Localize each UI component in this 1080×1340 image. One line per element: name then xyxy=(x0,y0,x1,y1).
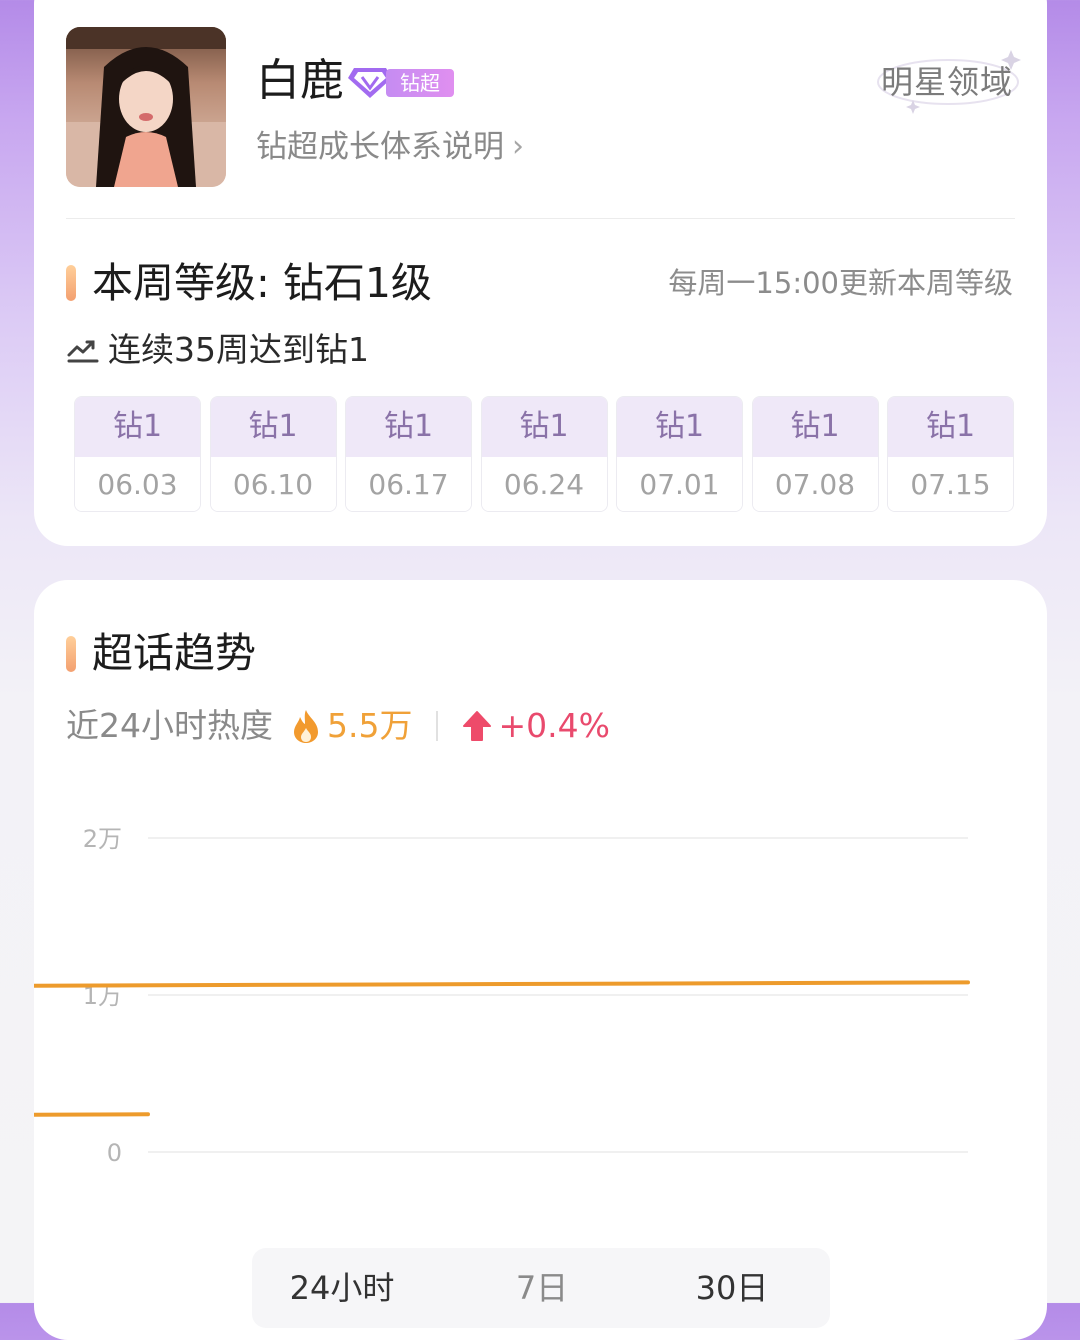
avatar[interactable] xyxy=(66,27,226,187)
chart-grid xyxy=(148,837,968,1153)
realm-label[interactable]: 明星领域 xyxy=(881,62,1013,102)
week-date: 06.17 xyxy=(346,457,471,511)
chevron-right-icon: › xyxy=(512,129,524,164)
weekly-level-title: 本周等级: 钻石1级 xyxy=(92,259,432,307)
week-level: 钻1 xyxy=(752,397,878,457)
week-item: 钻1 07.15 xyxy=(887,396,1014,512)
streak-row: 连续35周达到钻1 xyxy=(66,328,369,372)
diamond-badge[interactable]: 钻超 xyxy=(348,64,456,100)
week-list: 钻1 06.03 钻1 06.10 钻1 06.17 钻1 06.24 钻1 0… xyxy=(74,396,1014,512)
user-name: 白鹿 xyxy=(256,55,344,106)
week-item: 钻1 06.03 xyxy=(74,396,201,512)
week-level: 钻1 xyxy=(346,397,471,457)
badge-label: 钻超 xyxy=(386,69,454,97)
update-note: 每周一15:00更新本周等级 xyxy=(668,266,1013,300)
trend-up-icon xyxy=(67,340,99,363)
week-item: 钻1 07.08 xyxy=(751,396,879,512)
heat-chart: 01万2万 16:0019:0022:0001:0004:0007:0010:0… xyxy=(34,825,970,1167)
week-item: 钻1 06.10 xyxy=(209,396,337,512)
week-date: 06.03 xyxy=(75,457,200,511)
week-item: 钻1 07.01 xyxy=(616,396,743,512)
section-accent-bar xyxy=(66,265,76,301)
week-level: 钻1 xyxy=(75,397,200,457)
divider xyxy=(66,218,1015,219)
avatar-image xyxy=(66,27,226,187)
trend-card: 超话趋势 近24小时热度 5.5万 +0.4% 01万2万 16:0019:00… xyxy=(34,580,1047,1340)
range-tabs: 24小时 7日 30日 xyxy=(252,1248,830,1328)
y-tick-label: 0 xyxy=(107,1139,122,1167)
week-level: 钻1 xyxy=(481,397,607,457)
week-date: 07.15 xyxy=(888,457,1013,511)
y-tick-label: 2万 xyxy=(83,825,122,853)
streak-label: 连续35周达到钻1 xyxy=(108,330,369,369)
tab-7d[interactable]: 7日 xyxy=(472,1248,612,1328)
week-level: 钻1 xyxy=(210,397,336,457)
week-date: 06.24 xyxy=(481,457,607,511)
week-item: 钻1 06.17 xyxy=(345,396,472,512)
tab-30d[interactable]: 30日 xyxy=(662,1248,802,1328)
tab-24h[interactable]: 24小时 xyxy=(272,1248,412,1328)
level-card: 白鹿 钻超 钻超成长体系说明 › 明星领域 本周等级: 钻石1级 每周一15:0… xyxy=(34,0,1047,546)
growth-link-label: 钻超成长体系说明 xyxy=(256,129,504,165)
week-date: 06.10 xyxy=(210,457,336,511)
week-level: 钻1 xyxy=(888,397,1013,457)
week-date: 07.08 xyxy=(752,457,878,511)
week-item: 钻1 06.24 xyxy=(480,396,608,512)
heat-line xyxy=(34,980,970,1117)
week-level: 钻1 xyxy=(617,397,742,457)
week-date: 07.01 xyxy=(617,457,742,511)
growth-system-link[interactable]: 钻超成长体系说明 › xyxy=(256,127,524,167)
